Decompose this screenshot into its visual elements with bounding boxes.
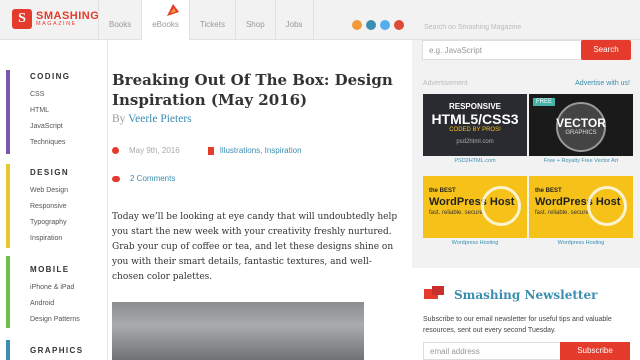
ad-psd2html[interactable]: RESPONSIVE HTML5/CSS3 CODED BY PROS! psd… — [423, 94, 527, 156]
ad-wordpress-host-2[interactable]: the BEST WordPress Host fast. reliable. s… — [529, 176, 633, 238]
sidebar-link-css[interactable]: CSS — [30, 87, 70, 103]
sidebar-link-techniques[interactable]: Techniques — [30, 135, 70, 151]
graphics-stripe — [6, 340, 10, 360]
article-meta: May 9th, 2016 Illustrations, Inspiration — [112, 146, 302, 155]
ad-caption[interactable]: PSD2HTML.com — [423, 158, 527, 164]
article-intro: Today we’ll be looking at eye candy that… — [112, 212, 398, 282]
ad-sub: fast. reliable. secure. — [429, 210, 485, 216]
ad-line: psd2html.com — [456, 139, 494, 145]
newsletter-text: Subscribe to our email newsletter for us… — [423, 316, 612, 334]
design-stripe — [6, 164, 10, 248]
category-heading[interactable]: MOBILE — [30, 265, 80, 274]
byline-by: By — [112, 113, 126, 125]
ad-vector-graphics[interactable]: FREE VECTOR GRAPHICS — [529, 94, 633, 156]
advertisement-label: Advertisement — [423, 80, 468, 87]
right-sidebar: e.g. JavaScript Search Advertisement Adv… — [412, 40, 640, 360]
category-mobile: MOBILE iPhone & iPad Android Design Patt… — [30, 265, 80, 328]
byline: By Veerle Pieters — [112, 113, 192, 125]
comment-icon — [112, 175, 120, 182]
sidebar-link-inspiration[interactable]: Inspiration — [30, 231, 69, 247]
google-plus-icon[interactable] — [394, 20, 404, 30]
top-bar: S SMASHING MAGAZINE Books eBooks Tickets… — [0, 0, 640, 40]
flag-icon — [167, 4, 179, 16]
main-nav: Books eBooks Tickets Shop Jobs — [98, 0, 314, 40]
envelope-icon — [424, 286, 444, 299]
sidebar-link-android[interactable]: Android — [30, 296, 80, 312]
rss-icon[interactable] — [352, 20, 362, 30]
comments-link[interactable]: 2 Comments — [112, 174, 175, 183]
category-heading[interactable]: CODING — [30, 72, 70, 81]
category-graphics: GRAPHICS — [30, 346, 83, 360]
logo-sub: MAGAZINE — [36, 21, 77, 27]
advertise-link[interactable]: Advertise with us! — [575, 80, 630, 87]
ad-line: FREE — [533, 98, 556, 106]
author-link[interactable]: Veerle Pieters — [128, 113, 192, 125]
newsletter-title: Smashing Newsletter — [454, 288, 598, 302]
mobile-stripe — [6, 256, 10, 328]
social-links — [352, 20, 404, 30]
category-sidebar: CODING CSS HTML JavaScript Techniques DE… — [0, 40, 108, 360]
logo-badge: S — [12, 9, 32, 29]
nav-tickets[interactable]: Tickets — [190, 0, 236, 40]
ad-line: RESPONSIVE — [448, 102, 501, 111]
category-heading[interactable]: DESIGN — [30, 168, 69, 177]
nav-books[interactable]: Books — [99, 0, 143, 40]
sidebar-link-responsive[interactable]: Responsive — [30, 199, 69, 215]
facebook-icon[interactable] — [366, 20, 376, 30]
wordpress-icon — [587, 186, 627, 226]
sidebar-link-javascript[interactable]: JavaScript — [30, 119, 70, 135]
sidebar-link-design-patterns[interactable]: Design Patterns — [30, 312, 80, 328]
article: Breaking Out Of The Box: Design Inspirat… — [108, 40, 412, 360]
ad-sub: fast. reliable. secure. — [535, 210, 591, 216]
sidebar-link-web-design[interactable]: Web Design — [30, 183, 69, 199]
email-field[interactable]: email address — [423, 342, 563, 360]
nav-jobs[interactable]: Jobs — [276, 0, 314, 40]
category-heading[interactable]: GRAPHICS — [30, 346, 83, 355]
search-label: Search on Smashing Magazine — [424, 24, 522, 31]
bookmark-icon — [207, 146, 214, 155]
ad-line: GRAPHICS — [565, 130, 597, 136]
sidebar-link-typography[interactable]: Typography — [30, 215, 69, 231]
newsletter-box: Smashing Newsletter Subscribe to our ema… — [412, 268, 640, 360]
clock-icon — [112, 147, 119, 154]
category-design: DESIGN Web Design Responsive Typography … — [30, 168, 69, 247]
article-title: Breaking Out Of The Box: Design Inspirat… — [112, 71, 393, 109]
ad-caption[interactable]: Free + Royalty Free Vector Art — [529, 158, 633, 164]
ad-wordpress-host-1[interactable]: the BEST WordPress Host fast. reliable. s… — [423, 176, 527, 238]
sidebar-link-iphone-ipad[interactable]: iPhone & iPad — [30, 280, 80, 296]
ad-line: VECTOR — [556, 116, 606, 130]
nav-shop[interactable]: Shop — [236, 0, 276, 40]
category-coding: CODING CSS HTML JavaScript Techniques — [30, 72, 70, 151]
subscribe-button[interactable]: Subscribe — [560, 342, 630, 360]
search-button[interactable]: Search — [581, 40, 631, 60]
ad-caption[interactable]: Wordpress Hosting — [529, 240, 633, 246]
publish-date: May 9th, 2016 — [129, 146, 180, 155]
search-input[interactable]: e.g. JavaScript — [422, 40, 593, 60]
ad-line: CODED BY PROS! — [449, 127, 501, 133]
smashing-logo[interactable]: S SMASHING MAGAZINE — [12, 9, 99, 31]
wordpress-icon — [481, 186, 521, 226]
ad-caption[interactable]: Wordpress Hosting — [423, 240, 527, 246]
twitter-icon[interactable] — [380, 20, 390, 30]
sidebar-link-html[interactable]: HTML — [30, 103, 70, 119]
comments-count: 2 Comments — [130, 174, 176, 183]
hero-image — [112, 302, 364, 360]
ad-line: HTML5/CSS3 — [431, 111, 519, 127]
tag-links[interactable]: Illustrations, Inspiration — [220, 146, 302, 155]
coding-stripe — [6, 70, 10, 154]
